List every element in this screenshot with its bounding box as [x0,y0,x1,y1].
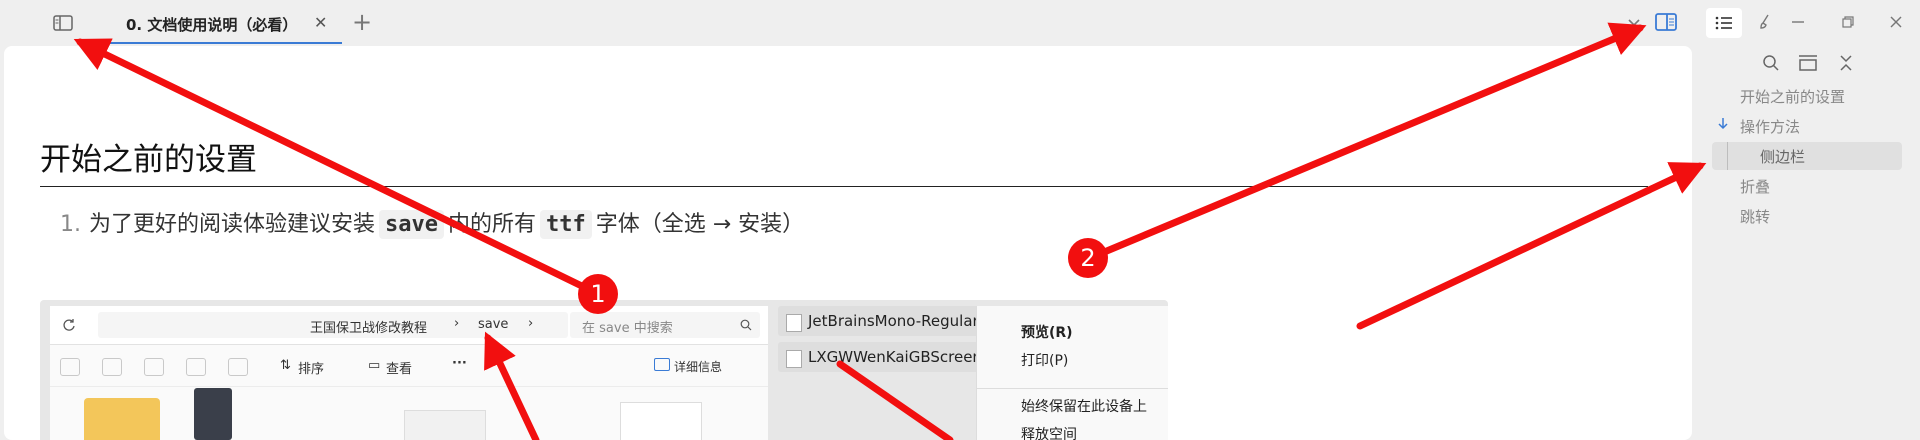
folder-icon [84,398,160,440]
outline-view-button[interactable] [1706,8,1742,38]
minimize-icon[interactable] [1784,8,1812,36]
menu-item-free-space: 释放空间 [1021,427,1077,440]
outline-active-highlight [1712,142,1902,170]
outline-item[interactable]: 开始之前的设置 [1740,86,1845,107]
explorer-toolbar: ⇅ 排序 ▭ 查看 ··· 详细信息 [50,346,768,387]
context-menu: 预览(R) 打印(P) 始终保留在此设备上 释放空间 [976,306,1168,440]
refresh-icon [63,319,75,331]
title-bar: 0. 文档使用说明（必看） ✕ + [0,0,1920,46]
tab-document-guide[interactable]: 0. 文档使用说明（必看） ✕ [110,0,342,46]
right-panel-toggle-icon[interactable] [1652,8,1680,36]
section-heading: 开始之前的设置 [40,142,257,178]
file-list: JetBrainsMono-Regular.ttf LXGWWenKaiGBSc… [778,306,1004,440]
file-item: LXGWWenKaiGBScreen.ttf [778,342,1004,372]
list-text-before: 为了更好的阅读体验建议安装 [89,212,376,237]
sidebar-toggle-icon[interactable] [49,9,77,37]
rename-icon [144,358,164,376]
font-file-icon [786,314,802,332]
scroll-to-heading-icon[interactable] [1798,54,1818,72]
close-window-icon[interactable] [1882,8,1910,36]
list-number: 1. [60,212,81,237]
close-tab-icon[interactable]: ✕ [314,13,327,32]
explorer-search: 在 save 中搜索 [570,312,760,338]
search-placeholder: 在 save 中搜索 [582,321,673,336]
menu-item-keep-on-device: 始终保留在此设备上 [1021,399,1147,415]
view-label: 查看 [386,362,413,377]
outline-sidebar: 开始之前的设置 操作方法 侧边栏 折叠 跳转 [1698,46,1920,440]
outline-item-active[interactable]: 侧边栏 [1760,146,1805,167]
breadcrumb-separator-2: › [528,316,534,331]
thumbnail-image-3 [620,402,702,440]
paste-icon [102,358,122,376]
menu-divider [977,388,1168,389]
outline-item[interactable]: 跳转 [1740,206,1770,227]
search-icon[interactable] [1762,54,1780,72]
heading-divider [40,186,1648,187]
outline-item[interactable]: 折叠 [1740,176,1770,197]
details-label: 详细信息 [674,360,723,374]
menu-item-print: 打印(P) [1021,353,1069,369]
sort-label: 排序 [298,362,325,377]
address-bar: 王国保卫战修改教程 › save › 在 save 中搜索 [50,306,768,345]
document-panel: 开始之前的设置 1. 为了更好的阅读体验建议安装 save 内的所有 ttf 字体（全选 … [4,46,1692,440]
embedded-screenshot: 王国保卫战修改教程 › save › 在 save 中搜索 ⇅ 排序 ▭ 查看 … [40,300,1168,440]
folder-content [50,388,768,440]
share-icon [186,358,206,376]
code-ttf: ttf [540,210,592,239]
file-item: JetBrainsMono-Regular.ttf [778,306,1004,336]
file-explorer-window: 王国保卫战修改教程 › save › 在 save 中搜索 ⇅ 排序 ▭ 查看 … [50,306,768,440]
collapse-all-icon[interactable] [1838,54,1854,72]
brush-icon[interactable] [1752,8,1780,36]
thumbnail-image-2 [404,410,486,440]
view-icon: ▭ [368,358,381,373]
file-name: JetBrainsMono-Regular.ttf [808,312,1000,330]
copy-icon [60,358,80,376]
more-icon: ··· [452,356,467,371]
chevron-down-icon[interactable] [1620,9,1648,37]
delete-icon [228,358,248,376]
outline-indent-guide [1727,142,1728,170]
menu-item-preview: 预览(R) [1021,325,1073,341]
path-field: 王国保卫战修改教程 › save › [98,312,568,338]
font-file-icon [786,350,802,368]
tab-active-indicator [110,42,342,44]
search-icon [740,319,752,331]
list-text-middle: 内的所有 [448,212,537,237]
outline-item[interactable]: 操作方法 [1740,116,1800,137]
breadcrumb-save: save [478,317,509,332]
breadcrumb-folder: 王国保卫战修改教程 [310,321,428,336]
arrow-down-icon[interactable] [1718,118,1728,130]
details-pane-icon [654,358,670,371]
list-item: 1. 为了更好的阅读体验建议安装 save 内的所有 ttf 字体（全选 → 安装） [60,206,805,239]
restore-icon[interactable] [1834,8,1862,36]
new-tab-icon[interactable]: + [352,8,372,36]
sort-icon: ⇅ [280,358,291,373]
code-save: save [379,210,444,239]
list-icon [1715,16,1732,30]
list-text-after: 字体（全选 → 安装） [595,212,805,237]
tab-title: 0. 文档使用说明（必看） [126,16,298,34]
thumbnail-image [194,388,232,440]
breadcrumb-separator: › [454,316,460,331]
file-name: LXGWWenKaiGBScreen.ttf [808,348,1004,366]
